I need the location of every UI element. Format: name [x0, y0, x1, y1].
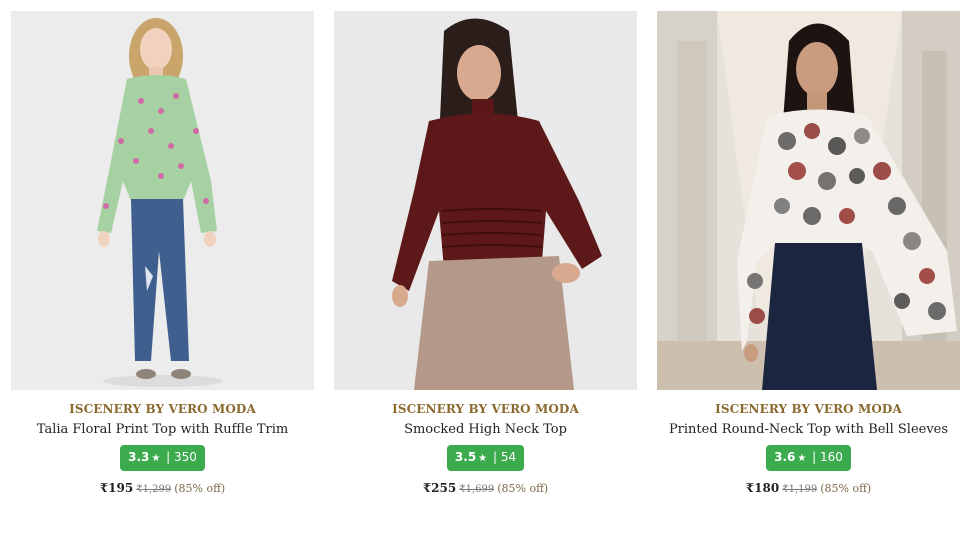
rating-value: 3.6 — [774, 450, 796, 464]
product-brand: ISCENERY BY VERO MODA — [715, 402, 902, 416]
product-price: ₹195 — [99, 481, 134, 495]
price-row: ₹180 ₹1,199 (85% off) — [657, 481, 960, 495]
rating-row: 3.6 ★ | 160 — [657, 445, 960, 471]
rating-count: 350 — [174, 450, 197, 464]
star-icon: ★ — [151, 453, 161, 464]
rating-count: 160 — [820, 450, 843, 464]
rating-value: 3.3 — [128, 450, 150, 464]
product-card[interactable]: ISCENERY BY VERO MODA Talia Floral Print… — [11, 11, 314, 511]
product-photo — [334, 11, 637, 390]
rating-badge: 3.5 ★ | 54 — [446, 445, 525, 471]
product-mrp: ₹1,299 — [136, 484, 172, 495]
product-price: ₹255 — [422, 481, 457, 495]
product-grid: ISCENERY BY VERO MODA Talia Floral Print… — [0, 0, 975, 539]
product-discount: (85% off) — [820, 482, 872, 495]
rating-value: 3.5 — [454, 450, 477, 464]
product-card[interactable]: ISCENERY BY VERO MODA Printed Round-Neck… — [657, 11, 960, 511]
product-discount: (85% off) — [497, 482, 549, 495]
product-price: ₹180 — [745, 481, 780, 495]
product-image[interactable] — [334, 11, 637, 390]
product-title[interactable]: Smocked High Neck Top — [334, 422, 637, 437]
product-discount: (85% off) — [174, 482, 226, 495]
rating-badge: 3.6 ★ | 160 — [766, 445, 851, 471]
product-brand: ISCENERY BY VERO MODA — [69, 402, 256, 416]
price-row: ₹255 ₹1,699 (85% off) — [334, 481, 637, 495]
star-icon: ★ — [478, 453, 488, 464]
product-mrp: ₹1,699 — [459, 484, 495, 495]
product-photo — [657, 11, 960, 390]
product-title[interactable]: Talia Floral Print Top with Ruffle Trim — [11, 422, 314, 437]
product-photo — [11, 11, 314, 390]
rating-row: 3.5 ★ | 54 — [334, 445, 637, 471]
rating-row: 3.3 ★ | 350 — [11, 445, 314, 471]
product-title[interactable]: Printed Round-Neck Top with Bell Sleeves — [657, 422, 960, 437]
product-card[interactable]: ISCENERY BY VERO MODA Smocked High Neck … — [334, 11, 637, 511]
rating-count: 54 — [500, 450, 517, 464]
star-icon: ★ — [797, 453, 807, 464]
product-image[interactable] — [11, 11, 314, 390]
product-brand: ISCENERY BY VERO MODA — [392, 402, 579, 416]
price-row: ₹195 ₹1,299 (85% off) — [11, 481, 314, 495]
rating-badge: 3.3 ★ | 350 — [120, 445, 205, 471]
product-image[interactable] — [657, 11, 960, 390]
product-mrp: ₹1,199 — [782, 484, 818, 495]
